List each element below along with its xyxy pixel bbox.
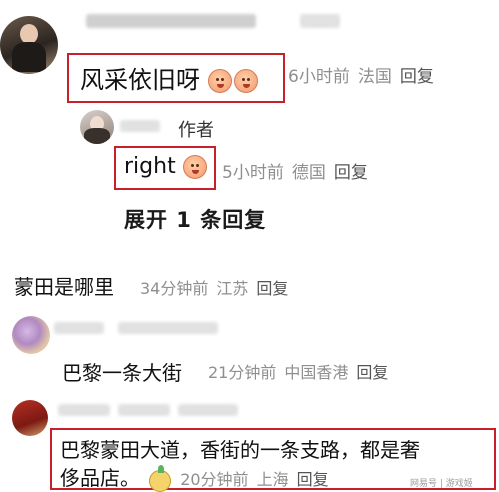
reply-button[interactable]: 回复 xyxy=(356,363,388,382)
watermark: 网易号 | 游戏姬 xyxy=(410,479,473,489)
reply-button[interactable]: 回复 xyxy=(400,67,434,87)
author-avatar[interactable] xyxy=(80,110,114,144)
reply-button[interactable]: 回复 xyxy=(334,163,368,183)
laughing-face-emoji-icon xyxy=(233,69,258,93)
author-tag: 作者 xyxy=(178,120,214,141)
avatar[interactable] xyxy=(0,16,58,74)
comment-text: 蒙田是哪里 xyxy=(14,275,114,299)
comment-time: 20分钟前 xyxy=(180,470,249,489)
avatar[interactable] xyxy=(12,400,48,436)
reply-button[interactable]: 回复 xyxy=(297,470,329,489)
comment-text: 风采依旧呀 xyxy=(80,60,258,95)
comment-location: 中国香港 xyxy=(284,363,349,382)
username[interactable] xyxy=(54,322,104,334)
comment-meta: 6小时前 法国 回复 xyxy=(288,62,442,87)
author-username[interactable] xyxy=(120,120,160,132)
sprout-emoji-icon xyxy=(149,464,172,492)
reply-text-content: right xyxy=(124,154,176,179)
reply-text: right xyxy=(124,154,207,179)
comment-text: 巴黎一条大街 xyxy=(62,361,182,385)
comment-meta: 34分钟前 江苏 回复 xyxy=(140,275,296,299)
comment-meta: 20分钟前 上海 回复 xyxy=(180,470,336,489)
comment-time: 21分钟前 xyxy=(208,363,277,382)
expand-replies-link[interactable]: 展开 1 条回复 xyxy=(124,204,266,234)
smiling-face-emoji-icon xyxy=(182,155,207,179)
reply-location: 德国 xyxy=(291,163,326,183)
comment-text-content: 风采依旧呀 xyxy=(80,66,200,94)
comment-location: 上海 xyxy=(256,470,289,489)
username xyxy=(118,322,218,334)
comment-meta: 21分钟前 中国香港 回复 xyxy=(208,359,396,383)
avatar[interactable] xyxy=(12,316,50,354)
comment-text-content: 侈品店。 xyxy=(60,466,140,490)
username xyxy=(178,404,238,416)
comment-location: 江苏 xyxy=(216,279,249,298)
comment-time: 34分钟前 xyxy=(140,279,209,298)
username[interactable] xyxy=(58,404,110,416)
reply-button[interactable]: 回复 xyxy=(256,279,288,298)
comment-text-line1: 巴黎蒙田大道，香街的一条支路，都是奢 xyxy=(60,438,420,462)
comment-time: 6小时前 xyxy=(288,67,350,87)
username[interactable] xyxy=(86,14,256,28)
reply-time: 5小时前 xyxy=(222,163,284,183)
comment-text-line2: 侈品店。 20分钟前 上海 回复 xyxy=(60,462,337,492)
laughing-face-emoji-icon xyxy=(207,69,232,93)
comment-location: 法国 xyxy=(357,67,392,87)
username xyxy=(300,14,340,28)
reply-meta: 5小时前 德国 回复 xyxy=(222,158,376,183)
username xyxy=(118,404,170,416)
